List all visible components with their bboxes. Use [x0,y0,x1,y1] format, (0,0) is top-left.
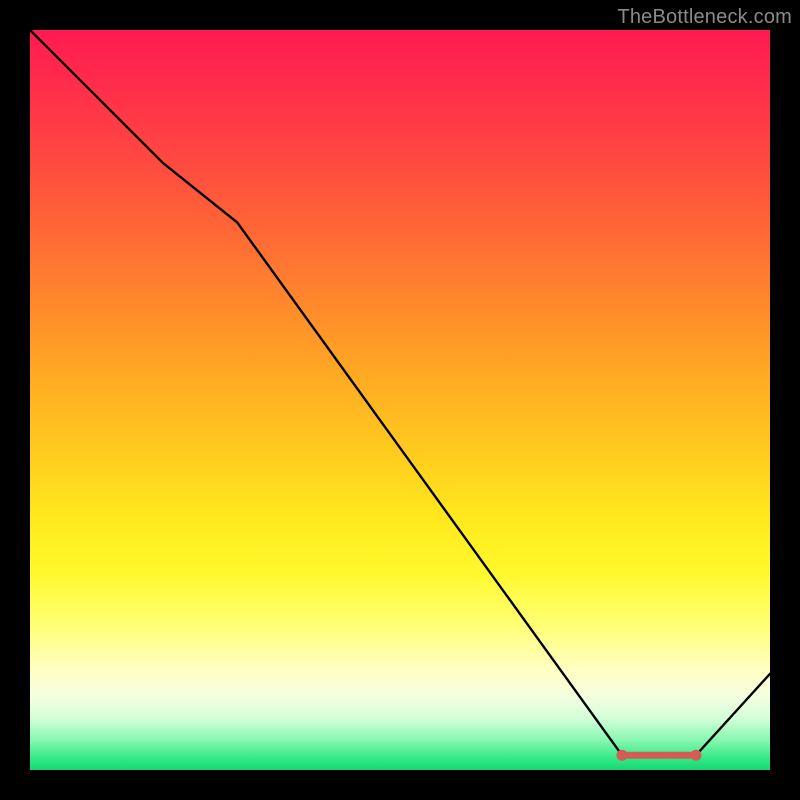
bottleneck-marker [617,750,702,761]
curve-line [30,30,770,755]
chart-frame: TheBottleneck.com [0,0,800,800]
chart-svg [30,30,770,770]
watermark-text: TheBottleneck.com [617,6,792,29]
plot-area [30,30,770,770]
